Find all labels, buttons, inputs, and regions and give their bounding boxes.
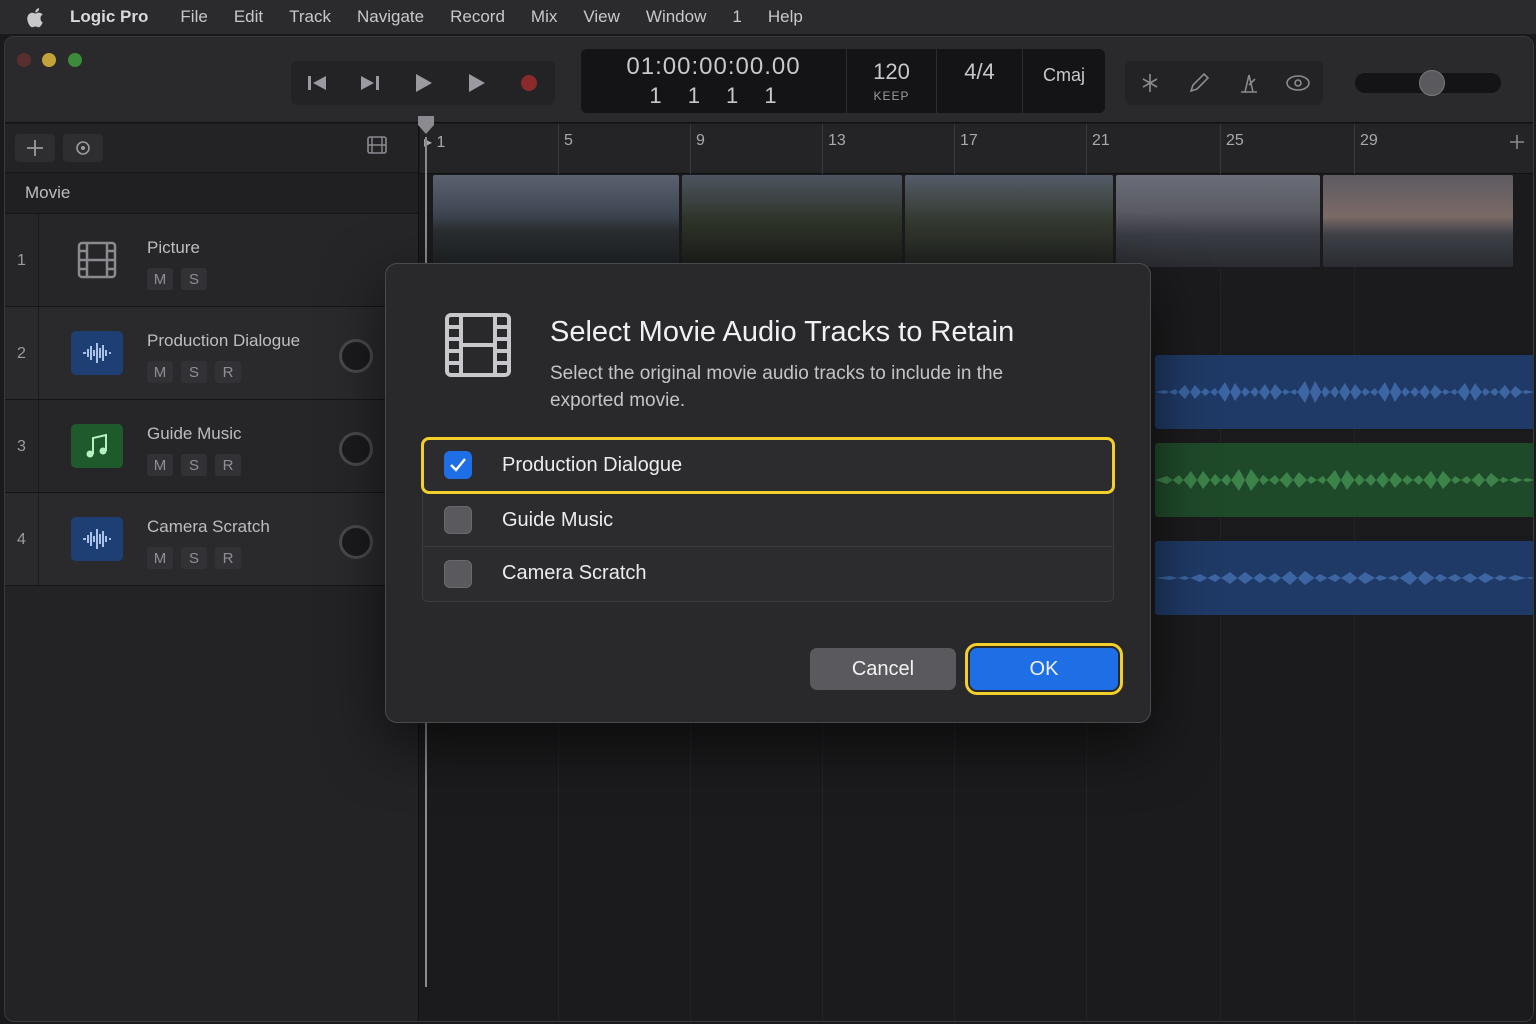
audio-track-options: Production Dialogue Guide Music Camera S…: [421, 437, 1115, 602]
dialog-title: Select Movie Audio Tracks to Retain: [550, 316, 1015, 348]
option-label: Production Dialogue: [502, 453, 683, 476]
film-icon: [444, 312, 514, 380]
ok-button[interactable]: OK: [965, 643, 1123, 695]
checkbox-production-dialogue[interactable]: [444, 451, 472, 479]
modal-overlay: Select Movie Audio Tracks to Retain Sele…: [0, 0, 1536, 1024]
option-camera-scratch[interactable]: Camera Scratch: [423, 547, 1113, 600]
option-label: Camera Scratch: [502, 562, 647, 584]
dialog-description: Select the original movie audio tracks t…: [550, 363, 1004, 411]
checkbox-guide-music[interactable]: [444, 506, 472, 534]
checkmark-icon: [450, 458, 466, 472]
select-audio-tracks-dialog: Select Movie Audio Tracks to Retain Sele…: [385, 263, 1151, 723]
cancel-button[interactable]: Cancel: [810, 648, 956, 690]
checkbox-camera-scratch[interactable]: [444, 559, 472, 588]
option-production-dialogue[interactable]: Production Dialogue: [421, 437, 1115, 494]
option-guide-music[interactable]: Guide Music: [423, 494, 1113, 547]
option-label: Guide Music: [502, 508, 614, 531]
